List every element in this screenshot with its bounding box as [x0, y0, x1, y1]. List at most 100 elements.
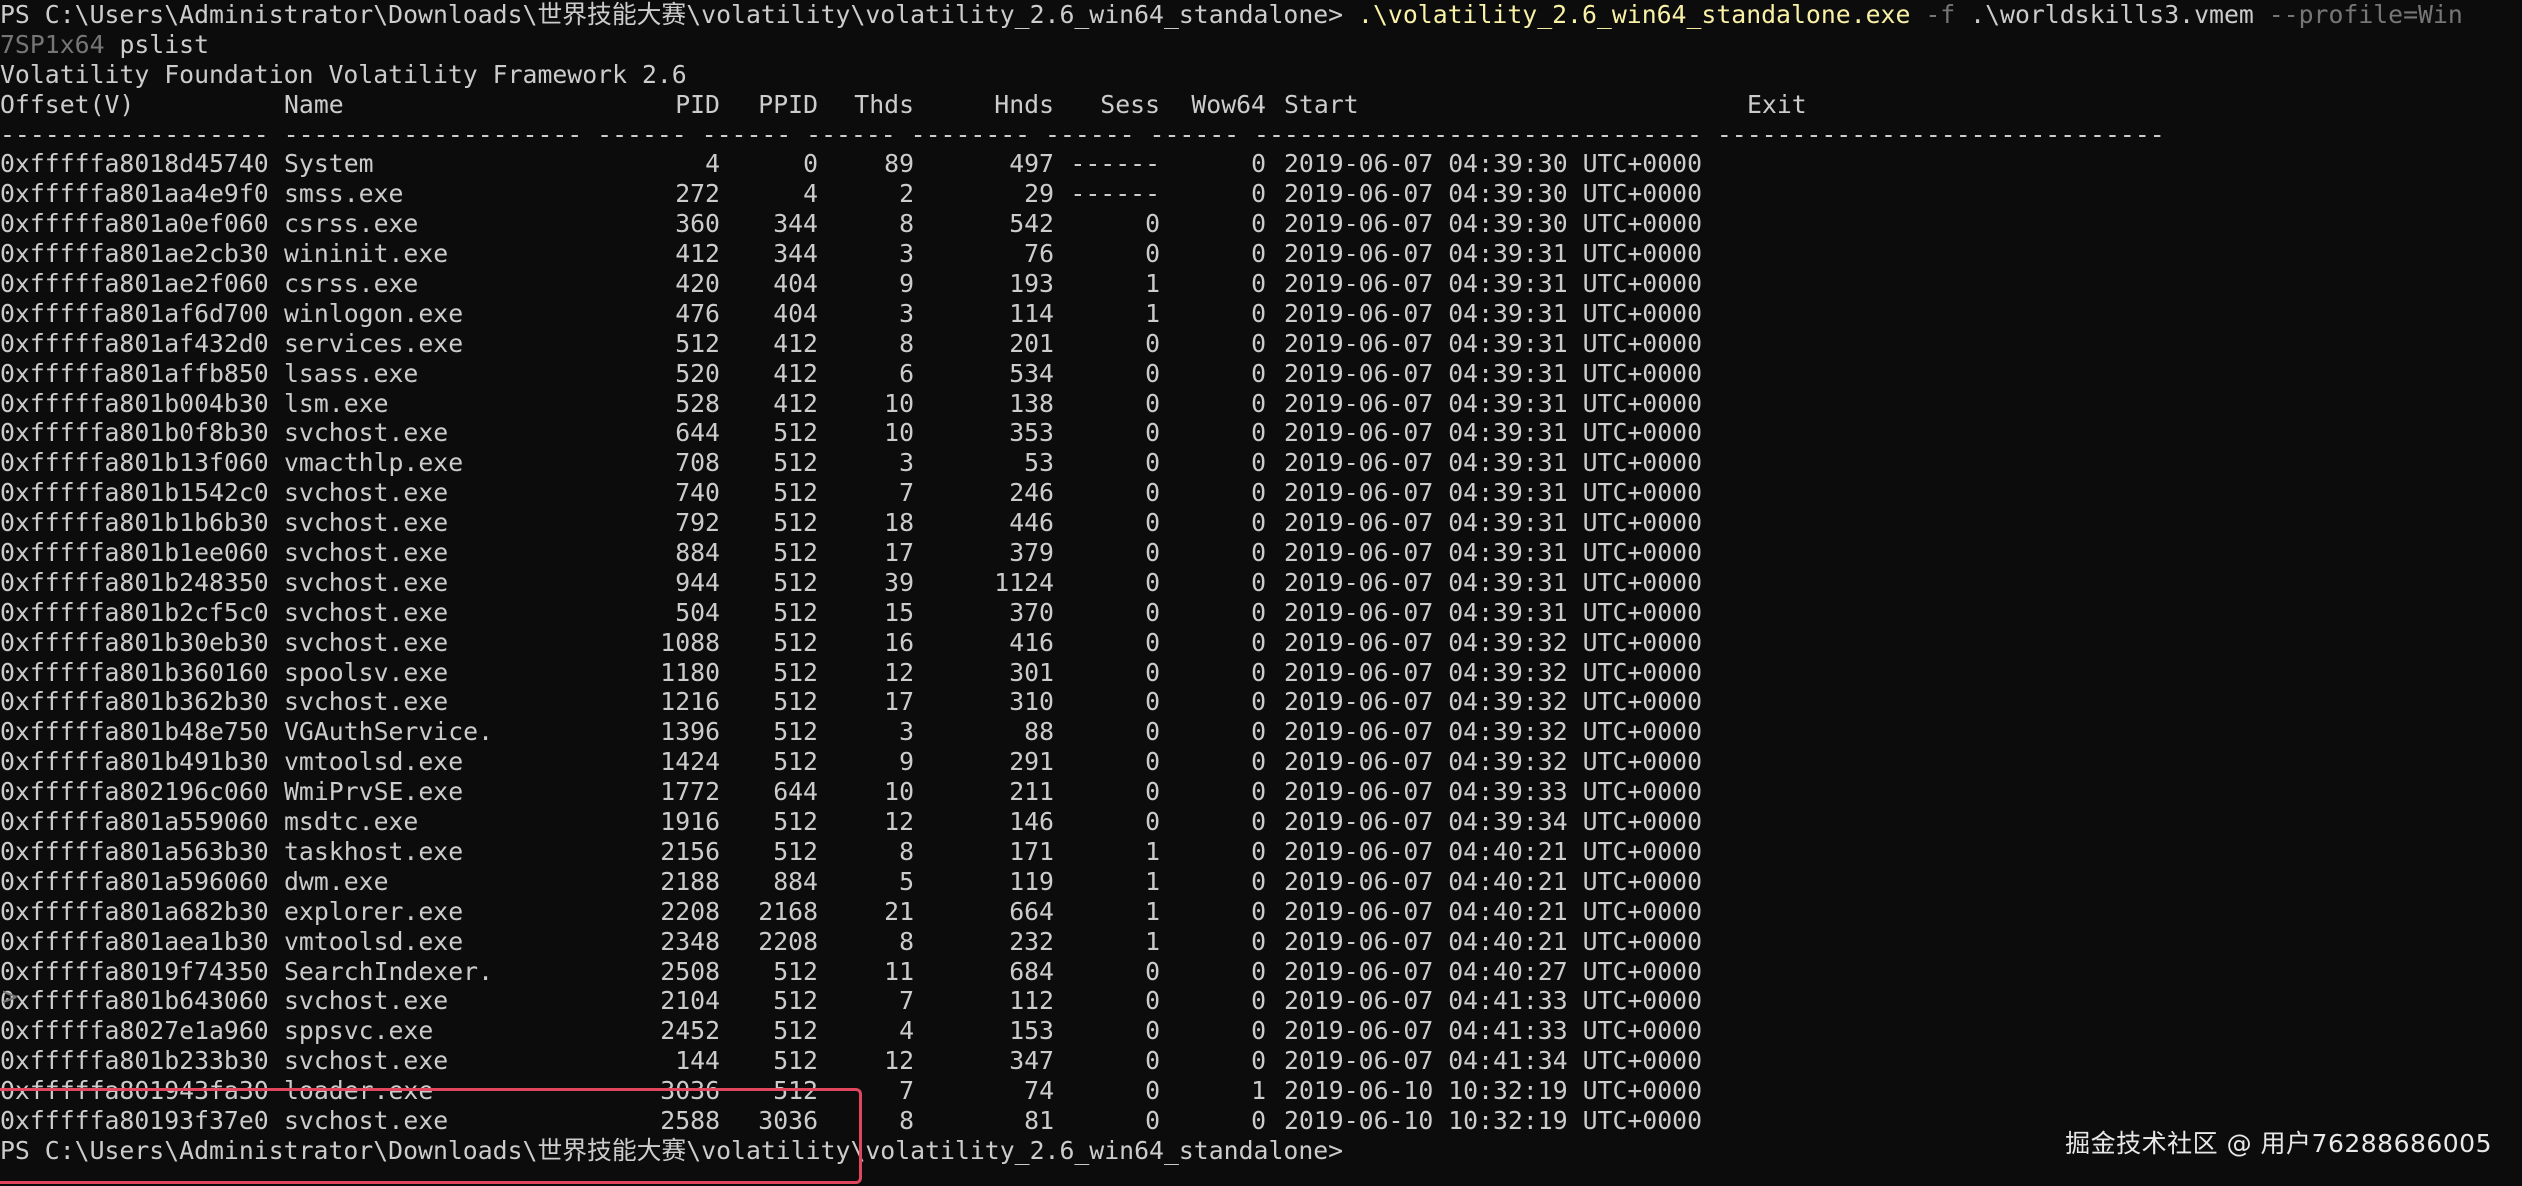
cell-pid: 792 [675, 508, 720, 538]
table-row: 0xfffffa8018d45740 System 4 0 89 497 ------ 0 20… [0, 149, 2522, 179]
cell-offset: 0xfffffa801b491b30 [0, 747, 269, 777]
cell-ppid: 404 [773, 269, 818, 299]
cell-start: 2019-06-07 04:39:31 UTC+0000 [1284, 239, 1703, 269]
cell-offset: 0xfffffa801b48e750 [0, 717, 269, 747]
cell-name: svchost.exe [284, 986, 449, 1016]
cell-offset: 0xfffffa801b1b6b30 [0, 508, 269, 538]
cell-pid: 504 [675, 597, 720, 627]
cell-name: VGAuthService. [284, 717, 494, 747]
cell-name: loader.exe [284, 1076, 434, 1106]
cell-sess: ------ [1070, 179, 1160, 209]
cell-wow64: 0 [1251, 926, 1266, 956]
cell-sess: 0 [1145, 1105, 1160, 1135]
cell-name: System [284, 149, 374, 179]
watermark: 掘金技术社区 @ 用户76288686005 [2065, 1129, 2492, 1158]
cell-name: svchost.exe [284, 567, 449, 597]
cell-name: wininit.exe [284, 239, 449, 269]
cell-sess: 0 [1145, 986, 1160, 1016]
cell-thds: 2 [899, 179, 914, 209]
cell-pid: 644 [675, 418, 720, 448]
cell-thds: 4 [899, 1016, 914, 1046]
cell-wow64: 0 [1251, 896, 1266, 926]
cell-wow64: 0 [1251, 807, 1266, 837]
cell-start: 2019-06-07 04:39:31 UTC+0000 [1284, 358, 1703, 388]
table-row: 0xfffffa801b248350 svchost.exe 944 512 39 112… [0, 568, 2522, 598]
cell-ppid: 4 [803, 179, 818, 209]
cell-ppid: 512 [773, 1016, 818, 1046]
cell-sess: 0 [1145, 538, 1160, 568]
cell-sess: 0 [1145, 567, 1160, 597]
cell-hnds: 684 [1009, 956, 1054, 986]
cell-start: 2019-06-07 04:39:31 UTC+0000 [1284, 328, 1703, 358]
table-row: 0xfffffa801a0ef060 csrss.exe 360 344 8 542 0 0 2… [0, 209, 2522, 239]
cell-ppid: 512 [773, 478, 818, 508]
cell-ppid: 512 [773, 448, 818, 478]
table-row: 0xfffffa801b362b30 svchost.exe 1216 512 17 31… [0, 687, 2522, 717]
cell-wow64: 0 [1251, 239, 1266, 269]
cell-start: 2019-06-10 10:32:19 UTC+0000 [1284, 1105, 1703, 1135]
cell-start: 2019-06-07 04:39:32 UTC+0000 [1284, 627, 1703, 657]
cell-thds: 8 [899, 1105, 914, 1135]
table-row: 0xfffffa801b1542c0 svchost.exe 740 512 7 246 0… [0, 478, 2522, 508]
cell-pid: 2208 [660, 896, 720, 926]
cell-offset: 0xfffffa801b30eb30 [0, 627, 269, 657]
cell-sess: 0 [1145, 597, 1160, 627]
cell-wow64: 0 [1251, 538, 1266, 568]
cell-ppid: 512 [773, 418, 818, 448]
cell-ppid: 512 [773, 567, 818, 597]
cell-pid: 1216 [660, 687, 720, 717]
header-thds: Thds [854, 89, 914, 119]
cell-thds: 12 [884, 807, 914, 837]
table-row: 0xfffffa801b2cf5c0 svchost.exe 504 512 15 370… [0, 598, 2522, 628]
cell-hnds: 416 [1009, 627, 1054, 657]
cell-pid: 144 [675, 1046, 720, 1076]
cell-pid: 1916 [660, 807, 720, 837]
cell-hnds: 246 [1009, 478, 1054, 508]
cell-sess: 0 [1145, 478, 1160, 508]
table-row: 0xfffffa801b004b30 lsm.exe 528 412 10 138 0 0 20… [0, 389, 2522, 419]
cell-hnds: 114 [1009, 298, 1054, 328]
cell-thds: 9 [899, 269, 914, 299]
cell-hnds: 534 [1009, 358, 1054, 388]
cell-wow64: 0 [1251, 448, 1266, 478]
cell-wow64: 0 [1251, 866, 1266, 896]
cell-wow64: 0 [1251, 508, 1266, 538]
cell-start: 2019-06-07 04:40:21 UTC+0000 [1284, 926, 1703, 956]
cell-offset: 0xfffffa801b2cf5c0 [0, 597, 269, 627]
cell-hnds: 347 [1009, 1046, 1054, 1076]
table-row: 0xfffffa801aa4e9f0 smss.exe 272 4 2 29 ------ 0… [0, 179, 2522, 209]
cell-sess: 0 [1145, 657, 1160, 687]
cell-hnds: 1124 [994, 567, 1054, 597]
header-start: Start [1284, 89, 1359, 119]
cell-ppid: 344 [773, 209, 818, 239]
cell-offset: 0xfffffa801b1ee060 [0, 538, 269, 568]
cell-offset: 0xfffffa801a0ef060 [0, 209, 269, 239]
cell-offset: 0xfffffa801b643060 [0, 986, 269, 1016]
cell-pid: 512 [675, 328, 720, 358]
cell-pid: 520 [675, 358, 720, 388]
table-row: 0xfffffa8027e1a960 sppsvc.exe 2452 512 4 153 0… [0, 1016, 2522, 1046]
cell-sess: 0 [1145, 328, 1160, 358]
cell-sess: 0 [1145, 388, 1160, 418]
header-sess: Sess [1100, 89, 1160, 119]
cell-start: 2019-06-07 04:39:31 UTC+0000 [1284, 567, 1703, 597]
table-header: Offset(V) Name PID PPID Thds Hnds Sess Wow64 Sta… [0, 90, 2522, 120]
cell-thds: 39 [884, 567, 914, 597]
command-line-2: 7SP1x64 pslist [0, 30, 2522, 60]
table-row: 0xfffffa801af432d0 services.exe 512 412 8 201… [0, 329, 2522, 359]
terminal-output[interactable]: PS C:\Users\Administrator\Downloads\世界技能… [0, 0, 2522, 1166]
cell-wow64: 0 [1251, 986, 1266, 1016]
cell-sess: 1 [1145, 896, 1160, 926]
cell-wow64: 0 [1251, 777, 1266, 807]
cell-pid: 412 [675, 239, 720, 269]
cell-name: svchost.exe [284, 478, 449, 508]
cell-thds: 16 [884, 627, 914, 657]
cell-sess: 0 [1145, 209, 1160, 239]
cell-name: svchost.exe [284, 1105, 449, 1135]
cell-start: 2019-06-07 04:39:31 UTC+0000 [1284, 597, 1703, 627]
cell-start: 2019-06-07 04:39:32 UTC+0000 [1284, 747, 1703, 777]
command-plugin: pslist [119, 29, 210, 59]
command-profile-part2: 7SP1x64 [0, 29, 105, 59]
table-row: 0xfffffa801af6d700 winlogon.exe 476 404 3 114… [0, 299, 2522, 329]
cell-ppid: 512 [773, 1076, 818, 1106]
